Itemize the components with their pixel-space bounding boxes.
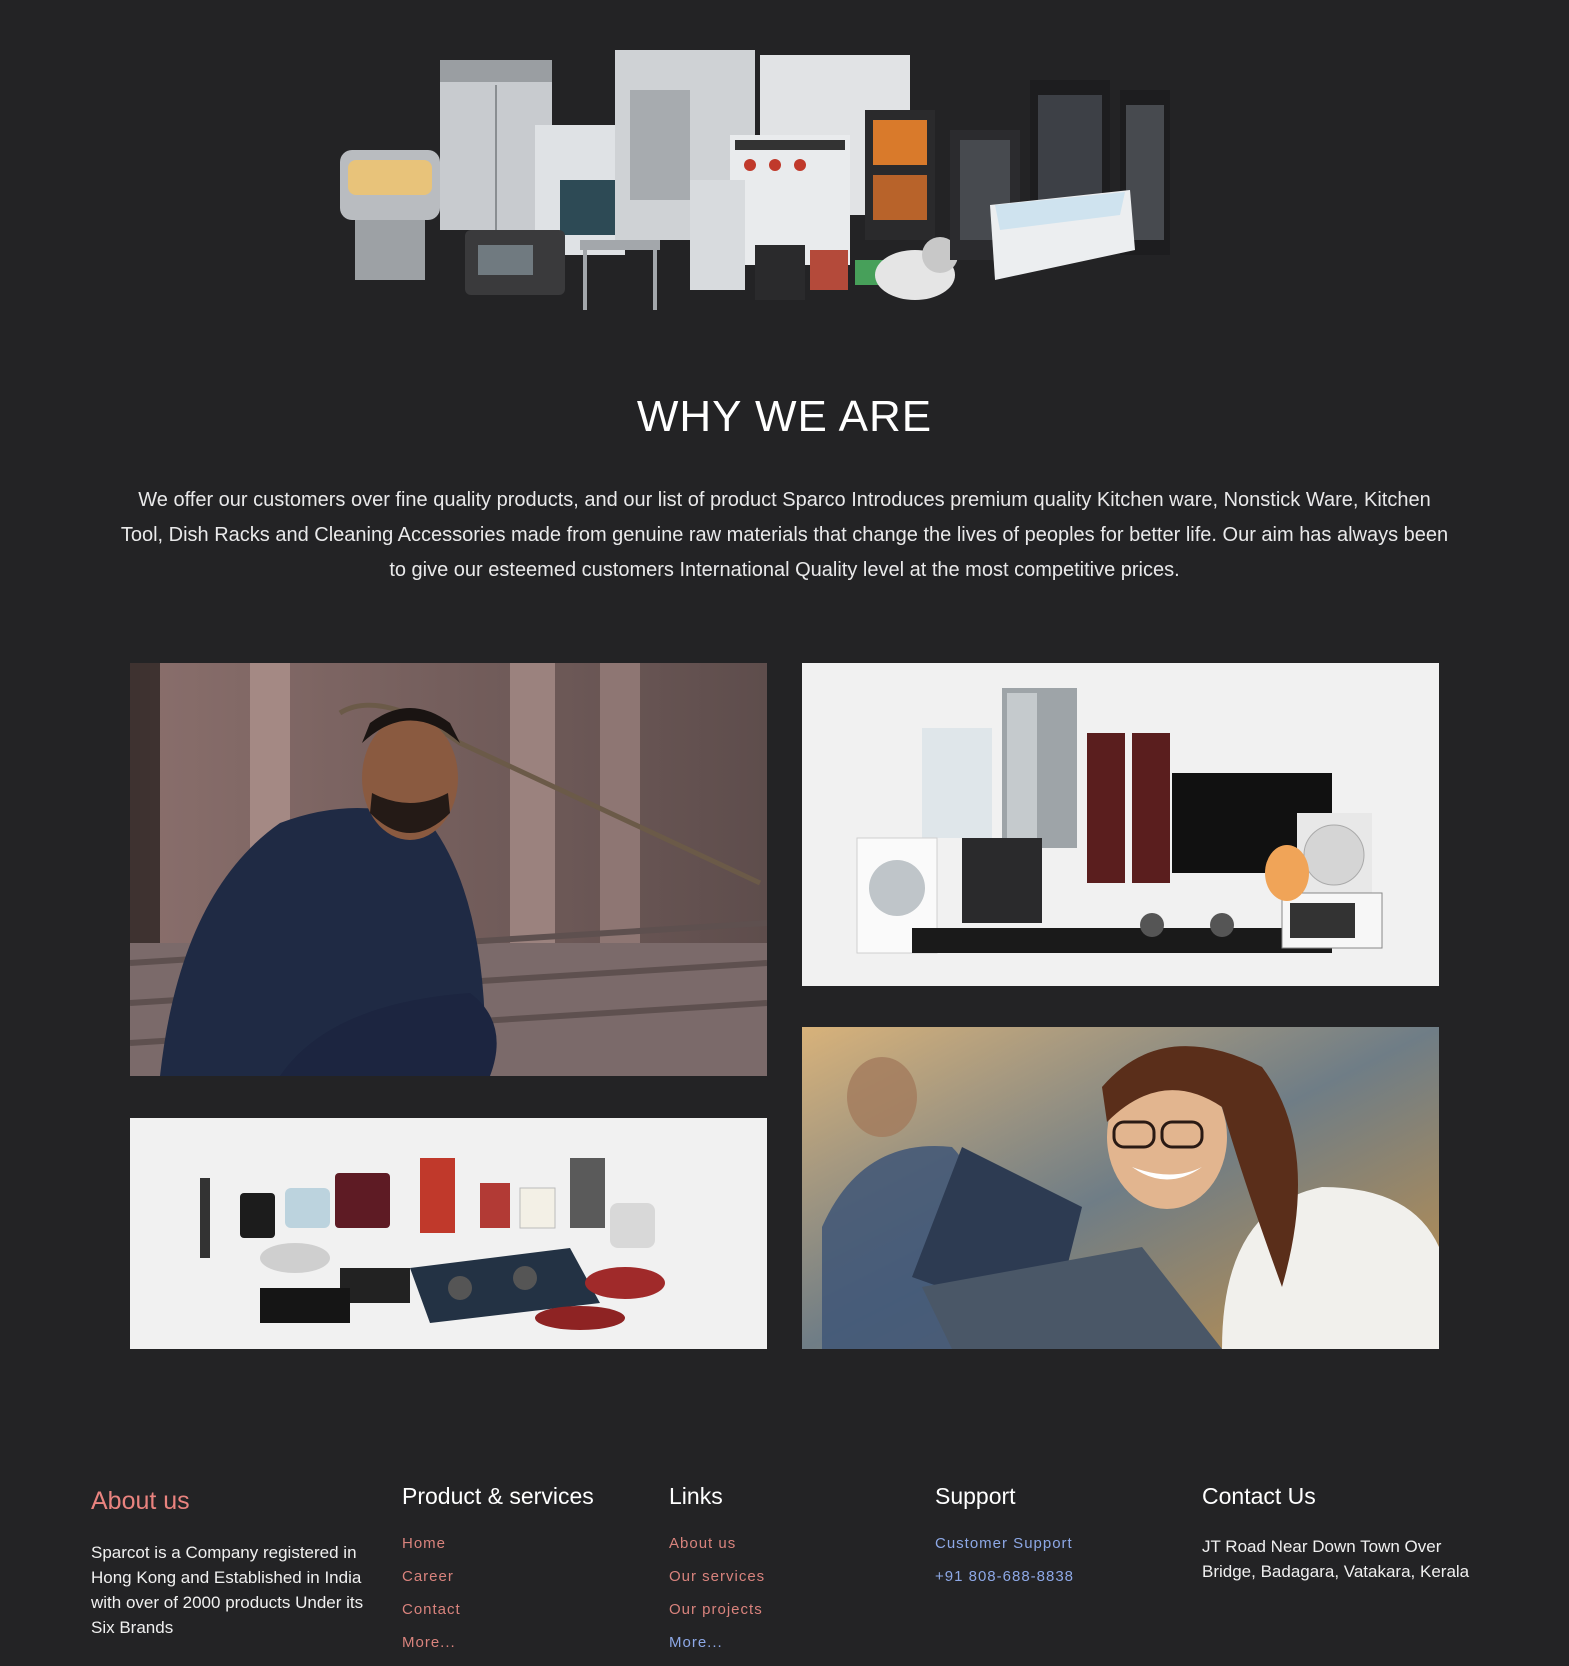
footer-links: Links About us Our services Our projects…	[669, 1483, 909, 1666]
gallery-image-home-appliances	[802, 663, 1439, 986]
smiling-man-photo-icon	[130, 663, 767, 1076]
links-link-list: About us Our services Our projects More.…	[669, 1534, 909, 1666]
products-link-list: Home Career Contact More...	[402, 1534, 642, 1666]
footer-support: Support Customer Support +91 808-688-883…	[935, 1483, 1175, 1600]
support-link-list: Customer Support +91 808-688-8838	[935, 1534, 1175, 1600]
smiling-woman-laptop-photo-icon	[802, 1027, 1439, 1349]
contact-heading: Contact Us	[1202, 1483, 1316, 1509]
why-we-are-description: We offer our customers over fine quality…	[120, 489, 1449, 581]
home-appliances-photo-icon	[802, 663, 1439, 986]
hero-appliances-image	[340, 40, 1230, 340]
footer-link-more-products[interactable]: More...	[402, 1633, 642, 1666]
why-we-are-title: WHY WE ARE	[636, 392, 933, 441]
footer-link-more-links[interactable]: More...	[669, 1633, 909, 1666]
footer-contact: Contact Us JT Road Near Down Town Over B…	[1202, 1483, 1482, 1584]
footer-link-customer-support[interactable]: Customer Support	[935, 1534, 1175, 1567]
kitchen-appliances-photo-icon	[130, 1118, 767, 1349]
footer-products: Product & services Home Career Contact M…	[402, 1483, 642, 1666]
commercial-kitchen-appliances-icon	[340, 50, 1170, 310]
about-text: Sparcot is a Company registered in Hong …	[91, 1543, 364, 1637]
gallery-image-woman-laptop	[802, 1027, 1439, 1349]
links-heading: Links	[669, 1483, 723, 1509]
gallery-image-kitchen-appliances	[130, 1118, 767, 1349]
footer-link-our-services[interactable]: Our services	[669, 1567, 909, 1600]
footer-link-contact[interactable]: Contact	[402, 1600, 642, 1633]
contact-address: JT Road Near Down Town Over Bridge, Bada…	[1202, 1537, 1470, 1581]
footer-link-home[interactable]: Home	[402, 1534, 642, 1567]
about-heading: About us	[91, 1487, 190, 1515]
footer-link-our-projects[interactable]: Our projects	[669, 1600, 909, 1633]
products-heading: Product & services	[402, 1483, 594, 1509]
gallery-image-man	[130, 663, 767, 1076]
footer-link-phone[interactable]: +91 808-688-8838	[935, 1567, 1175, 1600]
footer-link-about-us[interactable]: About us	[669, 1534, 909, 1567]
footer-about: About us Sparcot is a Company registered…	[91, 1483, 371, 1640]
footer-link-career[interactable]: Career	[402, 1567, 642, 1600]
support-heading: Support	[935, 1483, 1016, 1509]
